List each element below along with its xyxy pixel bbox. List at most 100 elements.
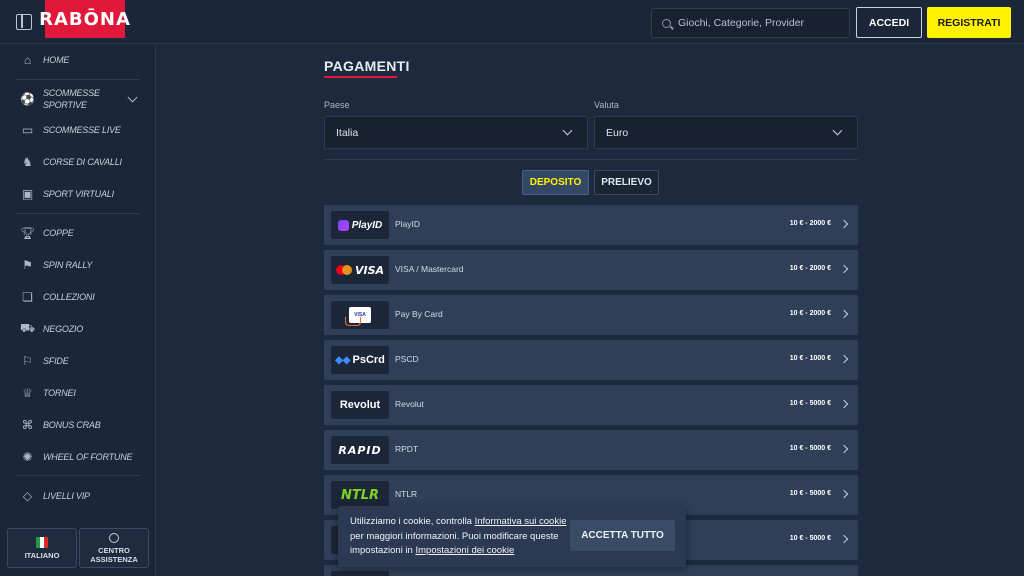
payment-method-row[interactable]: PlayID PlayID 10 € - 2000 €: [324, 205, 858, 245]
sidebar-item-spin-rally[interactable]: ⚑ SPIN RALLY: [0, 251, 156, 279]
page-title: PAGAMENTI: [324, 58, 410, 74]
sidebar-item-label: CORSE DI CAVALLI: [43, 157, 122, 167]
sidebar-item-horse-racing[interactable]: ♞ CORSE DI CAVALLI: [0, 148, 156, 176]
method-name: Revolut: [395, 399, 424, 409]
revolut-logo: Revolut: [331, 391, 389, 419]
logo[interactable]: RABŌNA: [39, 0, 130, 38]
sidebar-item-live[interactable]: ▭ SCOMMESSE LIVE: [0, 116, 156, 144]
method-limits: 10 € - 5000 €: [789, 535, 831, 542]
rapid-logo: RAPID: [331, 436, 389, 464]
sidebar: ⌂ HOME ⚽ SCOMMESSE SPORTIVE ▭ SCOMMESSE …: [0, 45, 156, 576]
chevron-down-icon[interactable]: [127, 92, 138, 103]
live-icon: ▭: [21, 123, 34, 137]
sidebar-item-wheel[interactable]: ✺ WHEEL OF FORTUNE: [0, 443, 156, 471]
flag-checkered-icon: ⚑: [22, 258, 33, 272]
method-limits: 10 € - 5000 €: [789, 490, 831, 497]
sidebar-toggle-icon[interactable]: [16, 14, 32, 30]
cookie-banner: Utilizziamo i cookie, controlla Informat…: [338, 506, 686, 567]
payment-method-row[interactable]: RAPID RPDT 10 € - 5000 €: [324, 430, 858, 470]
payment-method-row[interactable]: VISA VISA / Mastercard 10 € - 2000 €: [324, 250, 858, 290]
flag-icon: ⚐: [22, 354, 33, 368]
horse-icon: ♞: [22, 155, 33, 169]
method-limits: 10 € - 1000 €: [789, 355, 831, 362]
sidebar-item-sports[interactable]: ⚽ SCOMMESSE SPORTIVE: [0, 85, 156, 113]
search-box[interactable]: [651, 8, 850, 38]
sidebar-item-cups[interactable]: 🏆︎ COPPE: [0, 219, 156, 247]
pay-by-card-logo: VISA: [331, 301, 389, 329]
sidebar-item-label: HOME: [43, 55, 70, 65]
method-name: PSCD: [395, 354, 419, 364]
sidebar-item-label: WHEEL OF FORTUNE: [43, 452, 133, 462]
virtual-icon: ▣: [21, 187, 34, 201]
sidebar-item-shop[interactable]: ⛟ NEGOZIO: [0, 315, 156, 343]
cookie-policy-link[interactable]: Informativa sui cookie: [475, 516, 567, 527]
country-select[interactable]: Italia: [324, 116, 588, 149]
method-name: NTLR: [395, 489, 418, 499]
chevron-down-icon: [562, 125, 573, 136]
sidebar-item-home[interactable]: ⌂ HOME: [0, 46, 156, 74]
method-limits: 10 € - 5000 €: [789, 445, 831, 452]
support-center-button[interactable]: CENTRO ASSISTENZA: [79, 528, 149, 568]
method-limits: 10 € - 2000 €: [789, 220, 831, 227]
register-button[interactable]: REGISTRATI: [927, 7, 1011, 38]
sidebar-item-collections[interactable]: ❏ COLLEZIONI: [0, 283, 156, 311]
chevron-right-icon: [839, 399, 849, 409]
sidebar-item-label: SFIDE: [43, 356, 69, 366]
payment-method-row[interactable]: ◆◆ PsCrd PSCD 10 € - 1000 €: [324, 340, 858, 380]
currency-label: Valuta: [594, 100, 619, 110]
sidebar-item-bonus-crab[interactable]: ⌘ BONUS CRAB: [0, 411, 156, 439]
sidebar-item-label: TORNEI: [43, 388, 76, 398]
sidebar-item-label: COLLEZIONI: [43, 292, 95, 302]
method-limits: 10 € - 2000 €: [789, 310, 831, 317]
sidebar-item-label: NEGOZIO: [43, 324, 84, 334]
sidebar-divider: [16, 475, 140, 476]
sidebar-item-label: SPORT VIRTUALI: [43, 189, 114, 199]
login-button[interactable]: ACCEDI: [856, 7, 922, 38]
search-input[interactable]: [678, 17, 838, 29]
italy-flag-icon: [36, 536, 48, 548]
sidebar-item-label: COPPE: [43, 228, 74, 238]
trophy-icon: 🏆︎: [19, 226, 36, 240]
wheel-icon: ✺: [22, 450, 33, 464]
sidebar-item-tournaments[interactable]: ♕ TORNEI: [0, 379, 156, 407]
chevron-right-icon: [839, 489, 849, 499]
sidebar-item-label: SCOMMESSE SPORTIVE: [43, 88, 100, 110]
tab-withdrawal[interactable]: PRELIEVO: [594, 170, 659, 195]
method-limits: 10 € - 5000 €: [789, 400, 831, 407]
chevron-down-icon: [832, 125, 843, 136]
currency-select[interactable]: Euro: [594, 116, 858, 149]
payment-method-row[interactable]: VISA Pay By Card 10 € - 2000 €: [324, 295, 858, 335]
currency-value: Euro: [606, 126, 629, 139]
payment-method-row[interactable]: Revolut Revolut 10 € - 5000 €: [324, 385, 858, 425]
visa-mastercard-logo: VISA: [331, 256, 389, 284]
cart-icon: ⛟: [19, 321, 36, 335]
sidebar-item-label: SCOMMESSE LIVE: [43, 125, 121, 135]
method-name: VISA / Mastercard: [395, 264, 464, 274]
chevron-right-icon: [839, 444, 849, 454]
sidebar-divider: [16, 79, 140, 80]
tab-deposit[interactable]: DEPOSITO: [522, 170, 589, 195]
chevron-right-icon: [839, 264, 849, 274]
search-icon: [662, 18, 671, 28]
accept-all-button[interactable]: ACCETTA TUTTO: [570, 520, 675, 551]
sidebar-item-label: LIVELLI VIP: [43, 491, 90, 501]
method-name: RPDT: [395, 444, 419, 454]
cookie-settings-link[interactable]: Impostazioni dei cookie: [415, 545, 514, 556]
language-button[interactable]: ITALIANO: [7, 528, 77, 568]
ball-icon: ⚽: [20, 92, 35, 106]
sidebar-item-virtual[interactable]: ▣ SPORT VIRTUALI: [0, 180, 156, 208]
sidebar-item-label: BONUS CRAB: [43, 420, 101, 430]
sidebar-item-challenges[interactable]: ⚐ SFIDE: [0, 347, 156, 375]
globe-icon: [109, 532, 119, 543]
method-name: Pay By Card: [395, 309, 443, 319]
cup-icon: ♕: [22, 386, 33, 400]
ntlr-logo: NTLR: [331, 481, 389, 509]
country-value: Italia: [336, 126, 359, 139]
title-underline: [324, 76, 397, 78]
crab-icon: ⌘: [21, 418, 34, 432]
sidebar-item-vip[interactable]: ◇ LIVELLI VIP: [0, 482, 156, 510]
playid-logo: PlayID: [331, 211, 389, 239]
method-name: PlayID: [395, 219, 421, 229]
chevron-right-icon: [839, 534, 849, 544]
method-limits: 10 € - 2000 €: [789, 265, 831, 272]
